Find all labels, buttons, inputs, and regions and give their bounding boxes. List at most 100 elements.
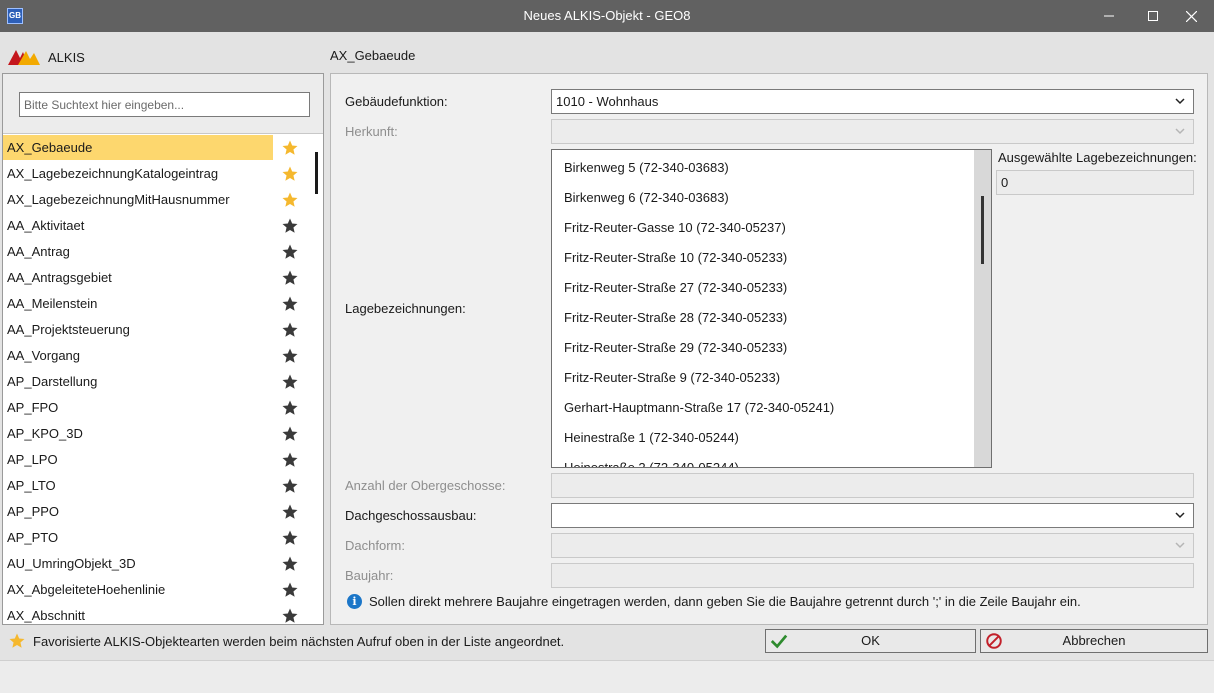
list-item-label: AX_Gebaeude [7,140,93,155]
lagebezeichnungen-scrollbar[interactable] [974,150,991,467]
favorite-star-icon[interactable] [281,399,299,417]
list-item-label: AU_UmringObjekt_3D [7,556,136,571]
dachgeschossausbau-label: Dachgeschossausbau: [345,508,477,523]
favorite-star-icon[interactable] [281,503,299,521]
favorite-star-icon[interactable] [281,451,299,469]
list-item[interactable]: AA_Aktivitaet [3,213,323,239]
list-item[interactable]: AA_Projektsteuerung [3,317,323,343]
lagebezeichnung-item[interactable]: Fritz-Reuter-Straße 29 (72-340-05233) [552,333,991,363]
status-bar [0,660,1214,693]
lagebezeichnung-item[interactable]: Fritz-Reuter-Straße 9 (72-340-05233) [552,363,991,393]
gebaeudefunktion-select[interactable]: 1010 - Wohnhaus [551,89,1194,114]
chevron-down-icon [1175,512,1185,519]
alkis-label: ALKIS [48,49,85,65]
list-item-label: AA_Projektsteuerung [7,322,130,337]
lagebezeichnungen-items: Birkenweg 5 (72-340-03683) Birkenweg 6 (7… [552,150,991,467]
chevron-down-icon [1175,98,1185,105]
lagebezeichnung-item[interactable]: Fritz-Reuter-Straße 27 (72-340-05233) [552,273,991,303]
star-icon [9,633,25,648]
lagebezeichnung-item[interactable]: Birkenweg 6 (72-340-03683) [552,183,991,213]
lagebezeichnung-item[interactable]: Fritz-Reuter-Straße 10 (72-340-05233) [552,243,991,273]
list-item[interactable]: AP_LTO [3,473,323,499]
list-item-label: AA_Vorgang [7,348,81,363]
favorite-star-icon[interactable] [281,269,299,287]
favorite-star-icon[interactable] [281,555,299,573]
close-button[interactable] [1168,0,1214,32]
scrollbar-thumb[interactable] [981,196,984,264]
list-item-label: AA_Aktivitaet [7,218,85,233]
list-item[interactable]: AX_Abschnitt [3,603,323,625]
list-item[interactable]: AA_Antragsgebiet [3,265,323,291]
favorites-tip-text: Favorisierte ALKIS-Objektearten werden b… [33,633,565,649]
attribute-form: Gebäudefunktion: 1010 - Wohnhaus Herkunf… [330,73,1208,625]
chevron-down-icon [1175,542,1185,549]
list-item[interactable]: AA_Meilenstein [3,291,323,317]
maximize-icon [1148,11,1158,21]
favorite-star-icon[interactable] [281,581,299,599]
object-type-panel: AX_Gebaeude AX_LagebezeichnungKatalogeint… [2,73,324,625]
check-icon [770,634,788,649]
cancel-icon [986,633,1002,649]
lagebezeichnung-item[interactable]: Birkenweg 5 (72-340-03683) [552,153,991,183]
search-area [3,74,323,134]
cancel-button[interactable]: Abbrechen [980,629,1208,653]
favorite-star-icon[interactable] [281,607,299,625]
lagebezeichnung-item[interactable]: Gerhart-Hauptmann-Straße 17 (72-340-0524… [552,393,991,423]
list-scrollbar[interactable] [315,152,318,194]
list-item[interactable]: AA_Vorgang [3,343,323,369]
lagebezeichnung-item[interactable]: Heinestraße 2 (72-340-05244) [552,453,991,467]
favorite-star-icon[interactable] [281,373,299,391]
lagebezeichnung-item[interactable]: Fritz-Reuter-Gasse 10 (72-340-05237) [552,213,991,243]
ausgewaehlte-label: Ausgewählte Lagebezeichnungen: [998,150,1197,165]
list-item[interactable]: AP_PPO [3,499,323,525]
minimize-button[interactable] [1086,0,1132,32]
window-title: Neues ALKIS-Objekt - GEO8 [523,8,691,23]
chevron-down-icon [1175,128,1185,135]
favorite-star-icon[interactable] [281,477,299,495]
favorite-star-icon[interactable] [281,217,299,235]
favorite-star-icon[interactable] [281,191,299,209]
list-item-label: AP_KPO_3D [7,426,83,441]
dachform-select [551,533,1194,558]
list-item[interactable]: AX_Gebaeude [3,135,323,161]
lagebezeichnung-item[interactable]: Fritz-Reuter-Straße 28 (72-340-05233) [552,303,991,333]
favorite-star-icon[interactable] [281,165,299,183]
ok-button[interactable]: OK [765,629,976,653]
list-item[interactable]: AP_LPO [3,447,323,473]
list-item-label: AA_Meilenstein [7,296,98,311]
alkis-logo-icon [8,50,40,65]
list-item[interactable]: AX_LagebezeichnungMitHausnummer [3,187,323,213]
list-item[interactable]: AX_AbgeleiteteHoehenlinie [3,577,323,603]
list-item-label: AA_Antragsgebiet [7,270,112,285]
list-item-label: AP_PPO [7,504,60,519]
list-item[interactable]: AA_Antrag [3,239,323,265]
favorite-star-icon[interactable] [281,425,299,443]
info-icon: i [347,594,362,609]
list-item-label: AX_Abschnitt [7,608,86,623]
search-input[interactable] [19,92,310,117]
list-item[interactable]: AP_Darstellung [3,369,323,395]
favorite-star-icon[interactable] [281,347,299,365]
list-item[interactable]: AP_PTO [3,525,323,551]
lagebezeichnungen-list[interactable]: Birkenweg 5 (72-340-03683) Birkenweg 6 (7… [551,149,992,468]
list-item[interactable]: AP_FPO [3,395,323,421]
object-type-list: AX_Gebaeude AX_LagebezeichnungKatalogeint… [3,135,323,625]
gebaeudefunktion-value: 1010 - Wohnhaus [556,94,659,109]
dachgeschossausbau-select[interactable] [551,503,1194,528]
ausgewaehlte-count: 0 [996,170,1194,195]
list-item[interactable]: AU_UmringObjekt_3D [3,551,323,577]
cancel-label: Abbrechen [1062,633,1126,648]
list-item-label: AP_Darstellung [7,374,98,389]
gebaeudefunktion-label: Gebäudefunktion: [345,94,448,109]
list-item-label: AX_LagebezeichnungKatalogeintrag [7,166,219,181]
herkunft-label: Herkunft: [345,124,398,139]
favorite-star-icon[interactable] [281,529,299,547]
favorite-star-icon[interactable] [281,139,299,157]
list-item[interactable]: AP_KPO_3D [3,421,323,447]
favorite-star-icon[interactable] [281,321,299,339]
favorite-star-icon[interactable] [281,243,299,261]
lagebezeichnung-item[interactable]: Heinestraße 1 (72-340-05244) [552,423,991,453]
list-item[interactable]: AX_LagebezeichnungKatalogeintrag [3,161,323,187]
favorite-star-icon[interactable] [281,295,299,313]
minimize-icon [1104,15,1114,17]
